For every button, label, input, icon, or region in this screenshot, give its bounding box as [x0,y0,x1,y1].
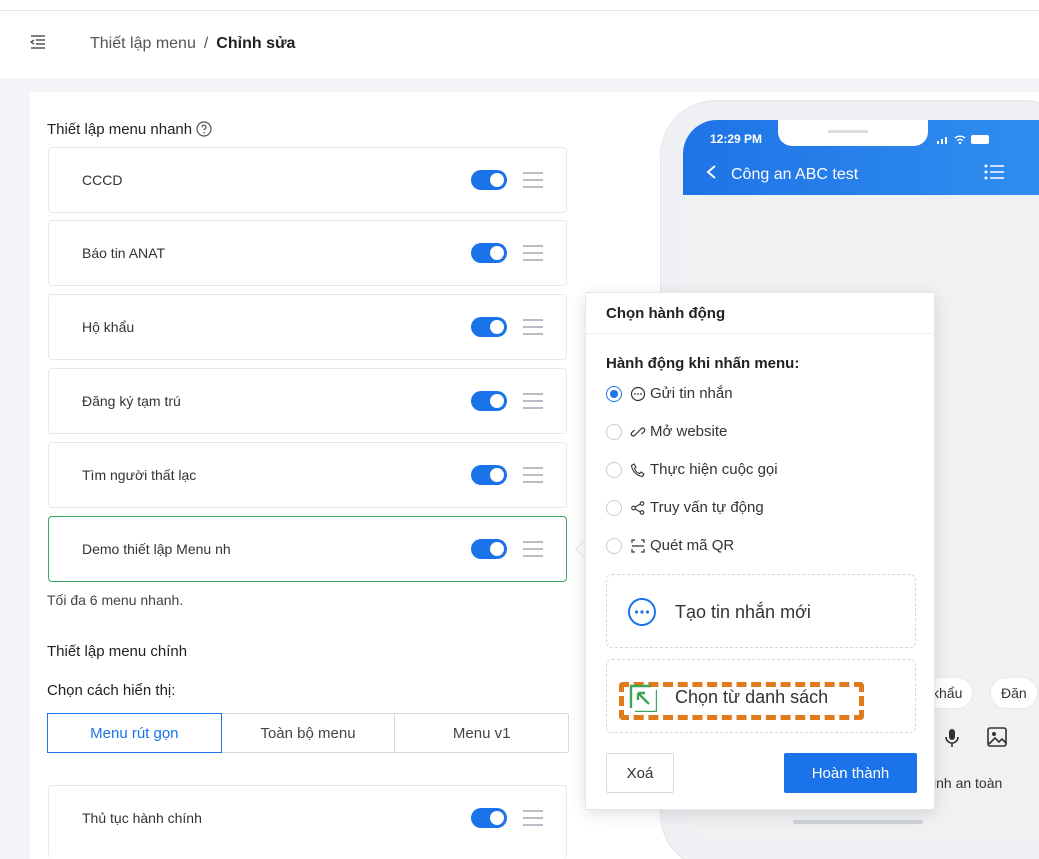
option-label: Thực hiện cuộc gọi [650,461,778,478]
quick-menu-item-label: Đăng ký tạm trú [82,393,181,409]
back-chevron-icon[interactable] [705,164,719,180]
enable-toggle[interactable] [471,465,507,485]
quick-menu-item-label: Hộ khẩu [82,319,135,335]
home-indicator [793,820,923,824]
drag-handle-icon[interactable] [523,172,543,188]
drag-handle-icon[interactable] [523,319,543,335]
radio[interactable] [606,461,622,478]
option-auto-query[interactable]: Truy vấn tự động [606,499,764,516]
quick-menu-item-label: Tìm người thất lạc [82,467,197,483]
quick-menu-title: Thiết lập menu nhanh [47,121,212,138]
option-scan-qr[interactable]: Quét mã QR [606,537,734,554]
quick-menu-item[interactable]: Đăng ký tạm trú [48,368,567,434]
phone-time: 12:29 PM [710,132,763,146]
create-new-message-card[interactable]: Tạo tin nhắn mới [606,574,916,648]
enable-toggle[interactable] [471,243,507,263]
help-icon[interactable] [196,121,212,137]
choose-from-list-label: Chọn từ danh sách [675,687,829,707]
breadcrumb-current: Chỉnh sửa [216,35,296,52]
quick-menu-hint: Tối đa 6 menu nhanh. [47,592,184,608]
phone-app-bar: 12:29 PM Công an ABC test [683,120,1039,195]
option-make-call[interactable]: Thực hiện cuộc gọi [606,461,778,478]
popover-divider [586,333,936,334]
scan-icon [631,538,645,553]
microphone-icon[interactable] [941,727,963,749]
option-label: Truy vấn tự động [650,499,764,516]
phone-notch [778,120,928,146]
delete-button[interactable]: Xoá [606,753,674,793]
drag-handle-icon[interactable] [523,810,543,826]
chat-bubble-icon [628,598,656,626]
image-icon[interactable] [986,726,1008,748]
header: Thiết lập menu / Chỉnh sửa [0,11,1039,77]
main-menu-item-label: Thủ tục hành chính [82,810,202,826]
enable-toggle[interactable] [471,391,507,411]
share-nodes-icon [631,500,645,515]
breadcrumb-parent[interactable]: Thiết lập menu [90,35,196,53]
option-send-message[interactable]: Gửi tin nhắn [606,385,733,402]
main-menu-title: Thiết lập menu chính [47,643,188,660]
quick-menu-item-active[interactable]: Demo thiết lập Menu nh [48,516,567,582]
enable-toggle[interactable] [471,539,507,559]
list-menu-icon[interactable] [983,162,1005,182]
enable-toggle[interactable] [471,317,507,337]
done-button[interactable]: Hoàn thành [784,753,917,793]
enable-toggle[interactable] [471,170,507,190]
drag-handle-icon[interactable] [523,245,543,261]
drag-handle-icon[interactable] [523,393,543,409]
radio[interactable] [606,537,622,554]
quick-chip[interactable]: Đăn [990,677,1038,709]
quick-menu-item[interactable]: Tìm người thất lạc [48,442,567,508]
drag-handle-icon[interactable] [523,467,543,483]
enable-toggle[interactable] [471,808,507,828]
drag-handle-icon[interactable] [523,541,543,557]
mode-v1[interactable]: Menu v1 [395,714,568,752]
quick-menu-item-label: Báo tin ANAT [82,245,166,261]
quick-menu-item[interactable]: CCCD [48,147,567,213]
menu-collapse-icon[interactable] [30,34,46,50]
radio-selected[interactable] [606,385,622,402]
quick-menu-title-text: Thiết lập menu nhanh [47,121,193,138]
action-popover: Chọn hành động Hành động khi nhấn menu: … [585,292,936,810]
popover-subtitle: Hành động khi nhấn menu: [606,355,800,372]
quick-menu-item[interactable]: Hộ khẩu [48,294,567,360]
display-mode-selector: Menu rút gọn Toàn bộ menu Menu v1 [47,713,569,753]
quick-menu-item[interactable]: Báo tin ANAT [48,220,567,286]
radio[interactable] [606,423,622,440]
breadcrumb: Thiết lập menu / Chỉnh sửa [90,35,295,53]
link-icon [630,427,646,436]
main-menu-item[interactable]: Thủ tục hành chính [48,785,567,859]
create-new-message-label: Tạo tin nhắn mới [675,602,811,622]
quick-menu-item-label: Demo thiết lập Menu nh [82,541,231,557]
phone-chat-title: Công an ABC test [731,166,859,183]
display-mode-label: Chọn cách hiển thị: [47,682,176,699]
radio[interactable] [606,499,622,516]
phone-icon [630,462,645,477]
mode-compact[interactable]: Menu rút gọn [47,713,222,753]
option-label: Quét mã QR [650,537,735,554]
breadcrumb-separator: / [203,35,209,52]
chat-bubble-icon [630,386,646,401]
option-open-website[interactable]: Mở website [606,423,727,440]
quick-menu-item-label: CCCD [82,172,123,188]
popover-title: Chọn hành động [606,305,726,322]
select-from-list-icon [629,684,657,712]
phone-bottom-text: inh an toàn [933,775,1003,791]
choose-from-list-card[interactable]: Chọn từ danh sách [606,659,916,733]
option-label: Mở website [650,423,728,440]
signal-wifi-battery-icon [937,135,989,145]
mode-full[interactable]: Toàn bộ menu [222,714,396,752]
option-label: Gửi tin nhắn [650,385,733,402]
